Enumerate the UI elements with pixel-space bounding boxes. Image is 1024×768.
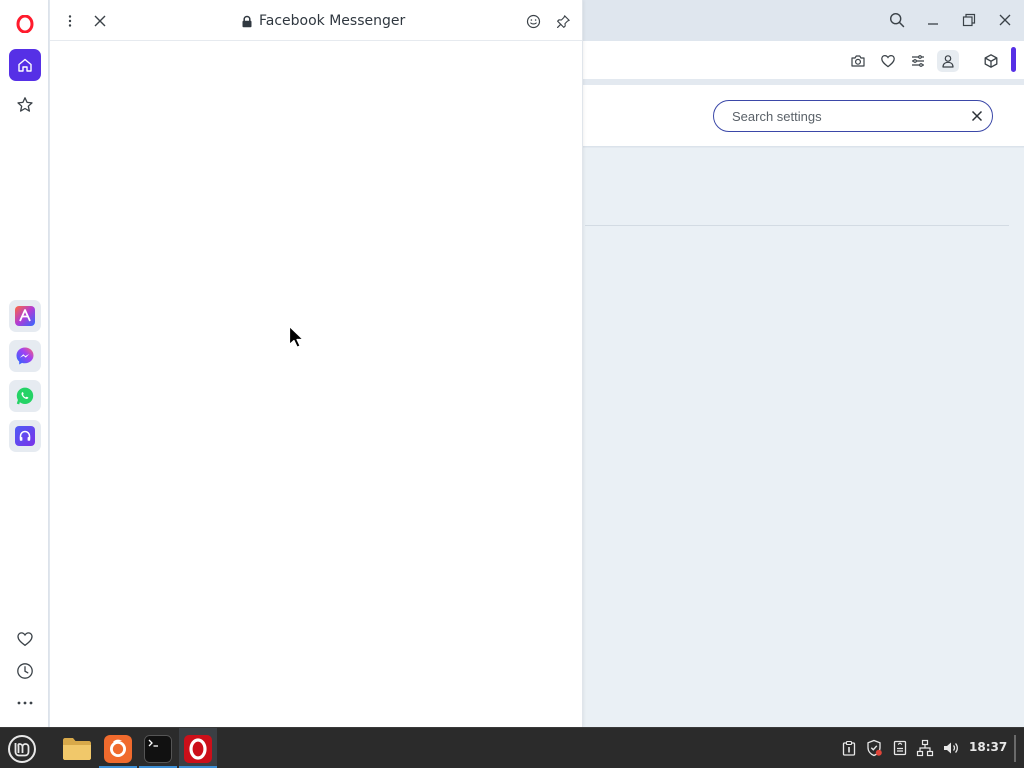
taskbar-clock[interactable]: 18:37	[969, 740, 1007, 758]
taskbar-firefox[interactable]	[99, 728, 137, 768]
sidebar-app-messenger[interactable]	[9, 340, 41, 372]
panel-title-text: Facebook Messenger	[259, 13, 406, 29]
tray-update-manager[interactable]	[865, 739, 883, 757]
minimize-icon	[926, 13, 940, 27]
messenger-content[interactable]	[50, 42, 582, 727]
sidebar-app-aria[interactable]	[9, 300, 41, 332]
restore-button[interactable]	[958, 9, 980, 31]
shield-icon	[865, 739, 883, 757]
linux-mint-logo-icon	[7, 734, 37, 764]
panel-header: Facebook Messenger	[50, 0, 582, 41]
messenger-icon	[15, 346, 35, 366]
taskbar-terminal[interactable]	[139, 728, 177, 768]
smiley-icon	[526, 14, 541, 29]
tray-notes[interactable]	[891, 739, 909, 757]
heart-outline-icon	[880, 53, 896, 69]
more-dots-icon	[16, 694, 34, 712]
search-tabs-button[interactable]	[886, 9, 908, 31]
whatsapp-icon	[15, 386, 35, 406]
vertical-dots-icon	[63, 14, 77, 28]
panel-menu-button[interactable]	[60, 11, 80, 31]
taskbar: 18:37	[0, 727, 1024, 768]
settings-search-input[interactable]	[714, 101, 962, 131]
close-icon	[93, 14, 107, 28]
sidebar-app-player[interactable]	[9, 420, 41, 452]
easy-setup-button[interactable]	[907, 50, 929, 72]
firefox-icon	[104, 734, 132, 763]
profile-button[interactable]	[937, 50, 959, 72]
pin-icon	[556, 14, 571, 29]
pin-panel-button[interactable]	[553, 11, 573, 31]
settings-divider	[585, 225, 1009, 226]
opera-icon	[184, 734, 212, 763]
lock-icon	[241, 15, 253, 28]
sidebar-item-more[interactable]	[12, 690, 38, 716]
tray-keyboard-layout[interactable]	[840, 739, 858, 757]
search-icon	[889, 12, 905, 28]
start-menu-button[interactable]	[2, 728, 42, 768]
restore-icon	[962, 13, 976, 27]
opera-logo-icon[interactable]	[12, 11, 38, 37]
browser-toolbar	[583, 41, 1024, 79]
clipboard-icon	[841, 740, 857, 756]
user-icon	[940, 53, 956, 69]
camera-icon	[850, 53, 866, 69]
sidebar-item-speed-dial[interactable]	[9, 89, 41, 121]
music-player-icon	[15, 426, 35, 446]
window-titlebar	[583, 0, 1024, 41]
home-icon	[17, 57, 33, 73]
show-desktop-button[interactable]	[1014, 735, 1016, 762]
sidebar-app-whatsapp[interactable]	[9, 380, 41, 412]
minimize-button[interactable]	[922, 9, 944, 31]
close-panel-button[interactable]	[90, 11, 110, 31]
bookmark-page-button[interactable]	[877, 50, 899, 72]
settings-content	[583, 148, 1024, 727]
aria-ai-icon	[15, 306, 35, 326]
clear-search-button[interactable]	[962, 101, 992, 131]
sidebar-toggle-indicator[interactable]	[1011, 47, 1016, 72]
terminal-icon	[144, 734, 172, 763]
settings-search-box	[713, 100, 993, 132]
panel-title: Facebook Messenger	[241, 10, 405, 32]
messenger-panel: Facebook Messenger	[50, 0, 583, 727]
extensions-button[interactable]	[980, 50, 1002, 72]
cube-icon	[983, 53, 999, 69]
star-outline-icon	[16, 96, 34, 114]
volume-icon	[942, 739, 960, 757]
folder-icon	[62, 736, 92, 762]
tray-network[interactable]	[916, 739, 934, 757]
network-icon	[916, 739, 934, 757]
close-icon	[971, 110, 983, 122]
emoji-button[interactable]	[523, 11, 543, 31]
taskbar-files[interactable]	[58, 728, 96, 768]
sliders-icon	[910, 53, 926, 69]
taskbar-opera[interactable]	[179, 728, 217, 768]
sidebar-item-home[interactable]	[9, 49, 41, 81]
heart-outline-icon	[16, 630, 34, 648]
clock-icon	[16, 662, 34, 680]
sidebar-item-history[interactable]	[12, 658, 38, 684]
tray-volume[interactable]	[942, 739, 960, 757]
snapshot-button[interactable]	[847, 50, 869, 72]
mouse-cursor	[288, 325, 306, 349]
close-window-button[interactable]	[994, 9, 1016, 31]
opera-sidebar	[0, 0, 49, 727]
note-icon	[892, 740, 908, 756]
close-icon	[998, 13, 1012, 27]
sidebar-item-bookmarks[interactable]	[12, 626, 38, 652]
